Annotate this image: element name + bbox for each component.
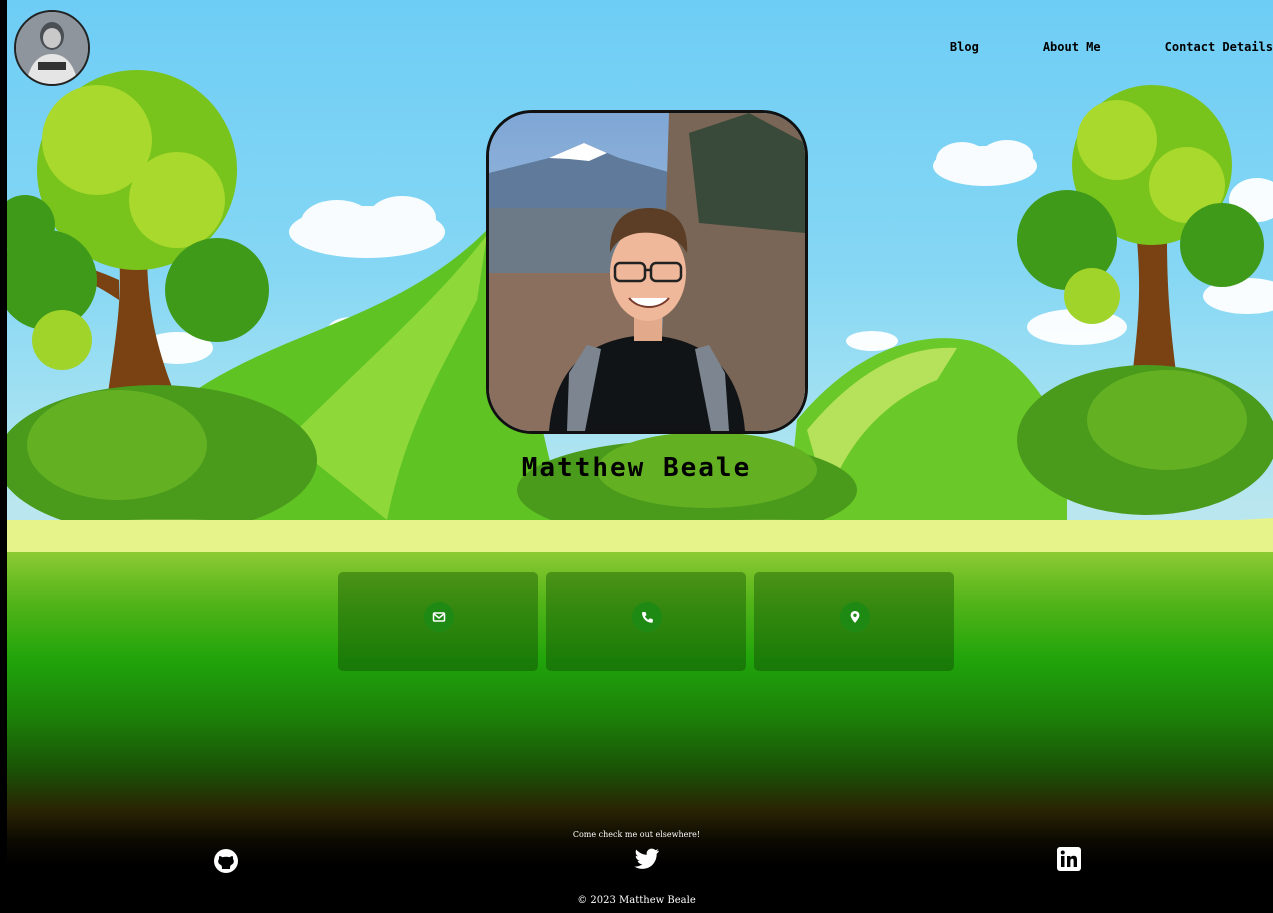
nav-link-about-me[interactable]: About Me [1043, 40, 1101, 56]
linkedin-icon [1057, 847, 1081, 871]
nav-link-blog[interactable]: Blog [950, 40, 979, 56]
astronaut-avatar-image [16, 12, 88, 84]
github-icon [214, 849, 238, 873]
contact-cards [338, 572, 954, 671]
profile-photo [486, 110, 808, 434]
nav-link-contact-details[interactable]: Contact Details [1165, 40, 1273, 56]
footer-copyright: © 2023 Matthew Beale [577, 895, 696, 906]
github-link[interactable] [213, 848, 239, 874]
main-nav: Blog About Me Contact Details [950, 40, 1273, 56]
phone-card[interactable] [546, 572, 746, 671]
location-card[interactable] [754, 572, 954, 671]
email-card[interactable] [338, 572, 538, 671]
page: Blog About Me Contact Details Matthew Be… [0, 0, 1273, 913]
linkedin-link[interactable] [1056, 846, 1082, 872]
location-pin-icon [840, 602, 870, 632]
footer-tagline: Come check me out elsewhere! [572, 830, 701, 839]
twitter-icon [634, 848, 660, 869]
twitter-link[interactable] [634, 846, 660, 872]
profile-photo-image [489, 113, 805, 431]
hero-name: Matthew Beale [521, 453, 752, 483]
site-logo-avatar[interactable] [14, 10, 90, 86]
phone-icon [632, 602, 662, 632]
envelope-icon [424, 602, 454, 632]
grass-edge [7, 518, 1273, 552]
